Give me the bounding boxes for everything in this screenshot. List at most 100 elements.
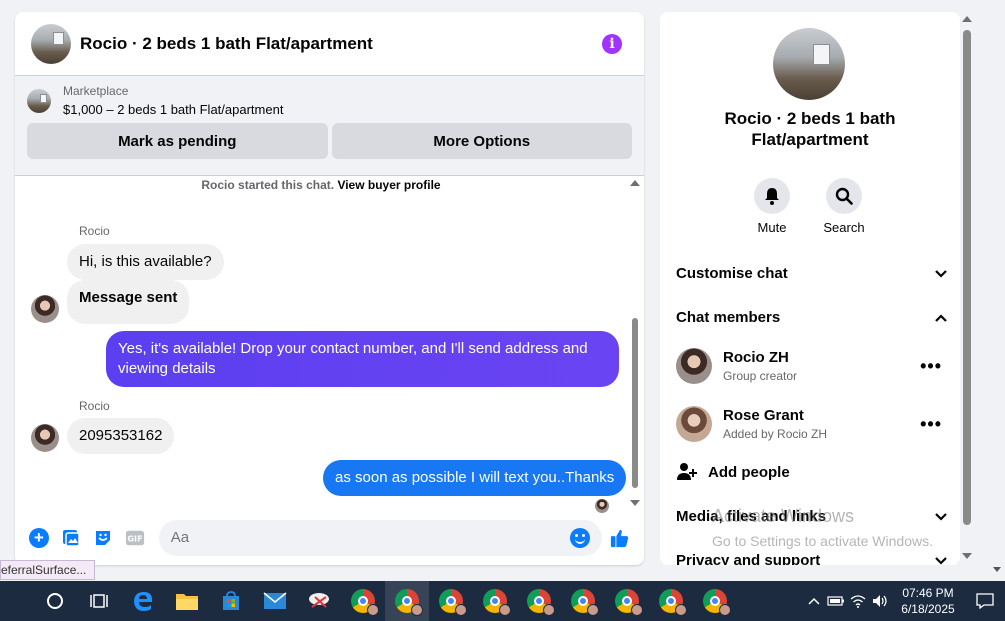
listing-profile-avatar[interactable]	[773, 28, 845, 100]
profile-badge	[367, 604, 379, 616]
scroll-down-arrow[interactable]	[630, 500, 640, 506]
message-bubble[interactable]: 2095353162	[67, 418, 175, 454]
chrome-icon[interactable]	[517, 581, 561, 621]
sender-avatar[interactable]	[31, 424, 59, 452]
message-sender: Rocio	[79, 224, 110, 238]
member-name: Rose Grant	[723, 407, 804, 424]
taskbar-tooltip: eferralSurface...	[0, 560, 96, 580]
snipping-tool-icon[interactable]	[297, 581, 341, 621]
clock[interactable]: 07:46 PM 6/18/2025	[891, 585, 965, 617]
message-sender: Rocio	[79, 399, 110, 413]
bell-icon[interactable]	[754, 178, 790, 214]
chevron-up-icon[interactable]	[803, 581, 825, 621]
message-list[interactable]: Rocio started this chat. View buyer prof…	[15, 176, 644, 513]
chat-started-text: Rocio started this chat.	[201, 178, 335, 192]
task-view-icon[interactable]	[77, 581, 121, 621]
add-person-icon	[677, 463, 697, 480]
member-name: Rocio ZH	[723, 349, 789, 366]
chrome-icon[interactable]	[561, 581, 605, 621]
message-bubble[interactable]: Yes, it's available! Drop your contact n…	[106, 331, 619, 387]
scroll-up-arrow[interactable]	[962, 16, 972, 22]
scroll-up-arrow[interactable]	[630, 180, 640, 186]
message-scrollbar[interactable]	[630, 176, 640, 510]
view-buyer-profile-link[interactable]: View buyer profile	[337, 178, 440, 192]
marketplace-banner: Marketplace $1,000 – 2 beds 1 bath Flat/…	[15, 76, 644, 176]
image-icon[interactable]	[61, 528, 81, 548]
activate-windows-watermark: Activate Windows Go to Settings to activ…	[712, 506, 933, 549]
add-people-button[interactable]: Add people	[676, 461, 948, 483]
scroll-down-arrow[interactable]	[962, 553, 972, 559]
member-role: Group creator	[723, 369, 798, 383]
profile-badge	[499, 604, 511, 616]
mute-label: Mute	[757, 220, 787, 235]
page-scroll-down-arrow[interactable]	[993, 567, 1001, 572]
info-icon[interactable]: i	[602, 33, 622, 54]
customise-chat-row[interactable]: Customise chat	[676, 265, 948, 282]
clock-time: 07:46 PM	[902, 586, 954, 600]
chrome-icon[interactable]	[649, 581, 693, 621]
member-row[interactable]: Rocio ZH Group creator •••	[676, 348, 948, 384]
privacy-support-label: Privacy and support	[676, 552, 821, 565]
gif-icon[interactable]: GIF	[125, 528, 145, 548]
mute-button[interactable]: Mute	[742, 178, 802, 235]
chat-members-row[interactable]: Chat members	[676, 309, 948, 326]
wifi-icon[interactable]	[847, 581, 869, 621]
message-bubble[interactable]: as soon as possible I will text you..Tha…	[323, 460, 627, 496]
avatar[interactable]	[676, 406, 712, 442]
search-button[interactable]: Search	[814, 178, 874, 235]
battery-icon[interactable]	[825, 581, 847, 621]
profile-badge	[587, 604, 599, 616]
profile-badge	[719, 604, 731, 616]
thumbs-up-icon[interactable]	[610, 528, 630, 548]
message-bubble[interactable]: Message sent	[67, 280, 190, 324]
chevron-down-icon	[935, 512, 947, 521]
listing-avatar[interactable]	[31, 23, 71, 64]
volume-icon[interactable]	[869, 581, 891, 621]
scroll-thumb[interactable]	[632, 318, 638, 488]
chrome-icon[interactable]	[605, 581, 649, 621]
listing-price[interactable]: $1,000 – 2 beds 1 bath Flat/apartment	[63, 102, 283, 117]
system-tray: 07:46 PM 6/18/2025	[803, 581, 1005, 621]
listing-thumbnail[interactable]	[27, 89, 51, 113]
details-scrollbar[interactable]	[960, 12, 974, 565]
chevron-up-icon	[935, 313, 947, 322]
chrome-icon[interactable]	[693, 581, 737, 621]
member-row[interactable]: Rose Grant Added by Rocio ZH •••	[676, 406, 948, 442]
message-input[interactable]	[158, 519, 603, 556]
svg-text:GIF: GIF	[127, 533, 142, 543]
chrome-icon[interactable]	[341, 581, 385, 621]
sticker-icon[interactable]	[93, 528, 113, 548]
file-explorer-icon[interactable]	[165, 581, 209, 621]
chat-title[interactable]: Rocio · 2 beds 1 bath Flat/apartment	[80, 34, 602, 54]
mail-icon[interactable]	[253, 581, 297, 621]
marketplace-label: Marketplace	[63, 84, 129, 98]
scroll-thumb[interactable]	[963, 30, 971, 525]
chat-members-label: Chat members	[676, 309, 781, 326]
chat-details-panel: Rocio · 2 beds 1 bath Flat/apartment Mut…	[660, 12, 960, 565]
microsoft-store-icon[interactable]	[209, 581, 253, 621]
chrome-icon[interactable]	[473, 581, 517, 621]
sender-avatar[interactable]	[31, 295, 59, 323]
chrome-icon[interactable]	[429, 581, 473, 621]
edge-icon[interactable]	[121, 581, 165, 621]
plus-icon[interactable]: +	[29, 527, 49, 548]
add-people-label: Add people	[708, 463, 790, 481]
search-icon[interactable]	[826, 178, 862, 214]
chevron-down-icon	[935, 556, 947, 565]
notification-icon[interactable]	[965, 593, 1005, 609]
privacy-support-row[interactable]: Privacy and support	[676, 552, 948, 565]
avatar[interactable]	[676, 348, 712, 384]
more-options-icon[interactable]: •••	[920, 414, 948, 435]
more-options-button[interactable]: More Options	[331, 123, 632, 159]
message-bubble[interactable]: Hi, is this available?	[67, 244, 224, 280]
mark-as-pending-button[interactable]: Mark as pending	[27, 123, 328, 159]
chat-header: Rocio · 2 beds 1 bath Flat/apartment i	[15, 12, 644, 76]
more-options-icon[interactable]: •••	[920, 356, 948, 377]
emoji-icon[interactable]	[570, 527, 590, 548]
cortana-icon[interactable]	[33, 581, 77, 621]
chrome-icon[interactable]	[385, 581, 429, 621]
details-title: Rocio · 2 beds 1 bath Flat/apartment	[724, 109, 896, 149]
profile-badge	[675, 604, 687, 616]
search-label: Search	[823, 220, 865, 235]
chevron-down-icon	[935, 269, 947, 278]
